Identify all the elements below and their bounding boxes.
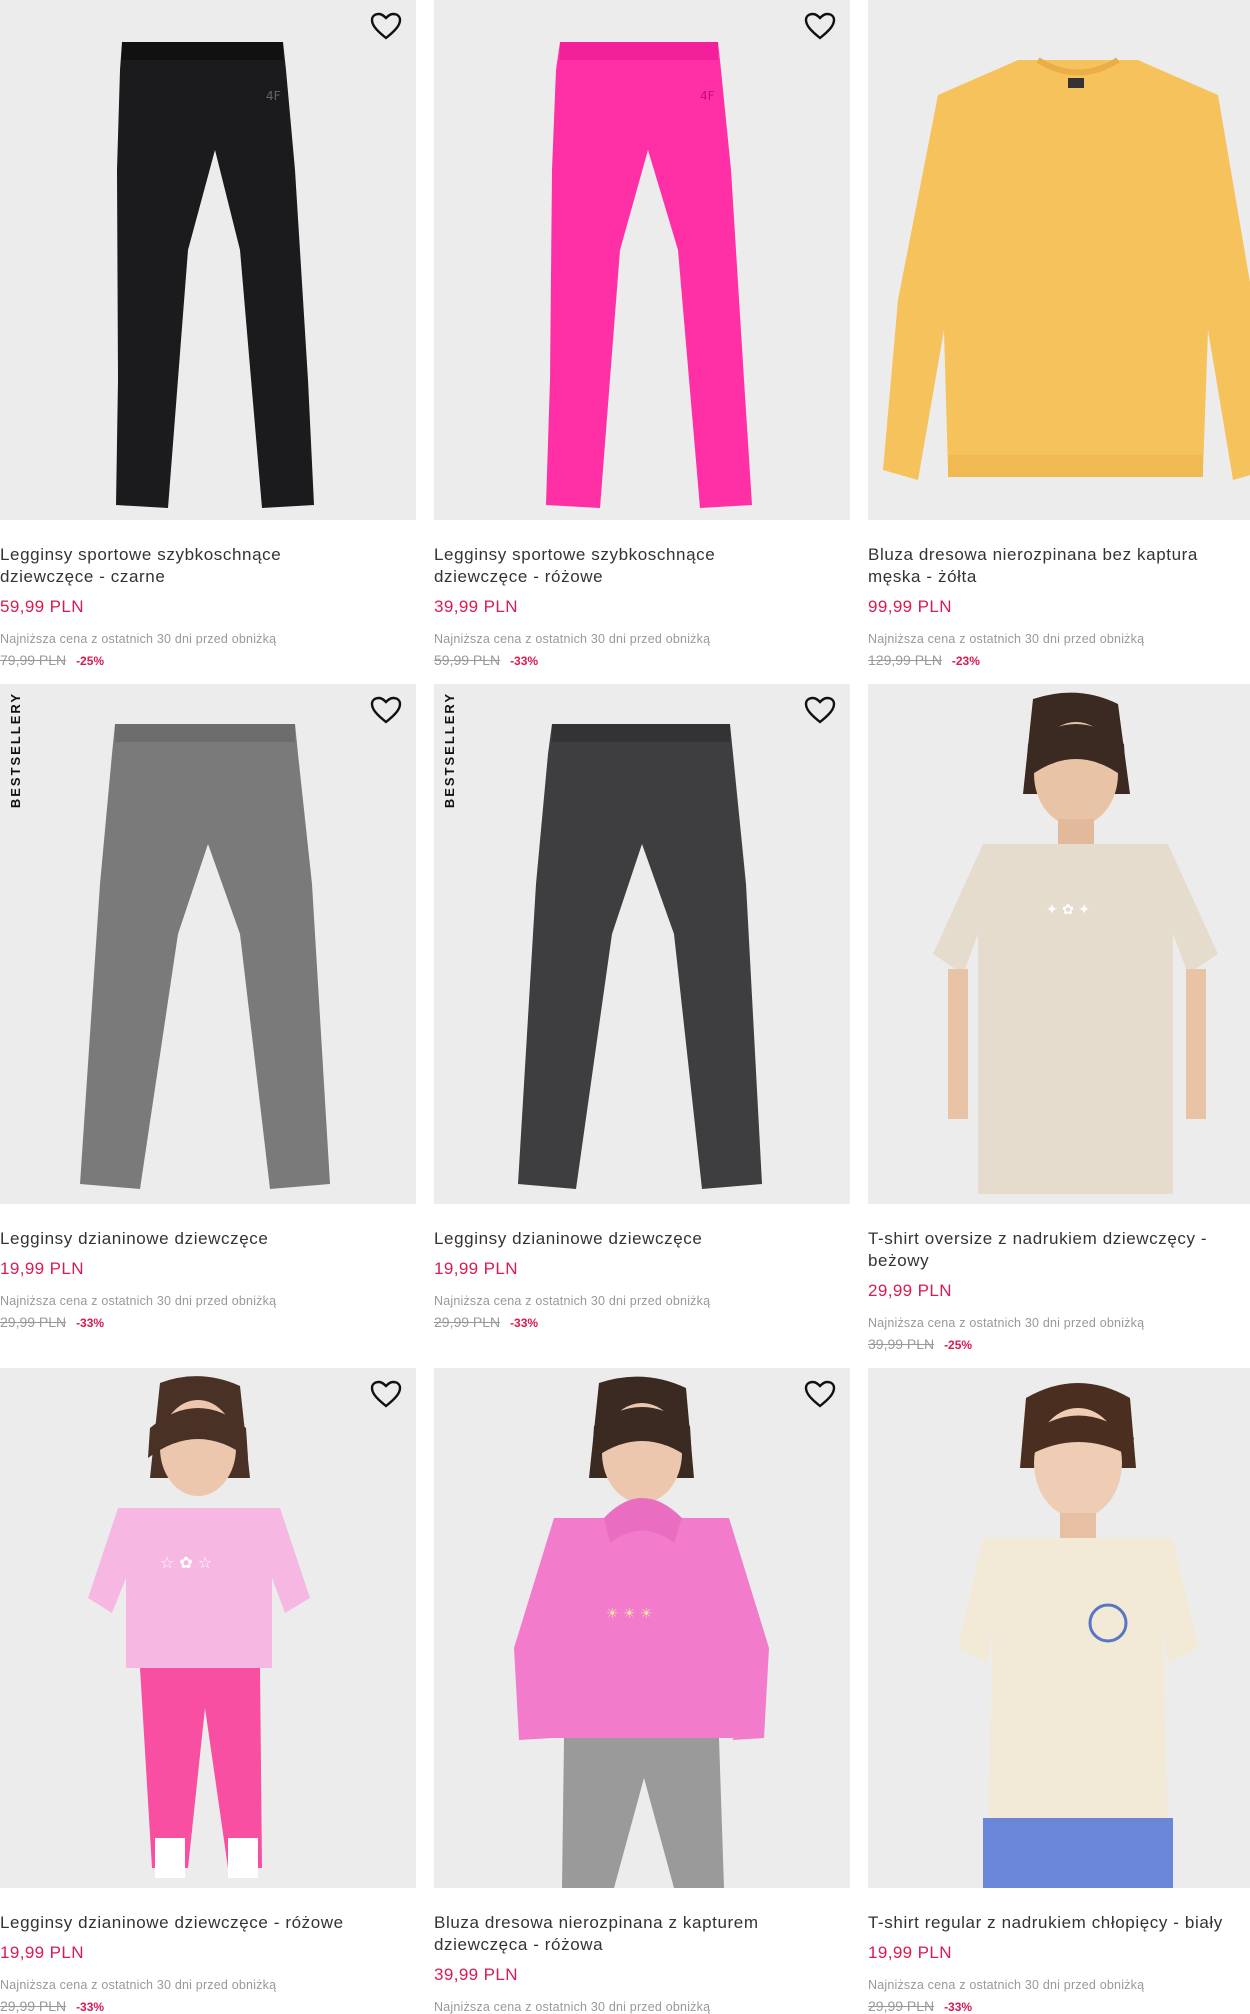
wishlist-heart-icon[interactable] (368, 694, 404, 726)
svg-text:☀ ☀ ☀: ☀ ☀ ☀ (606, 1606, 653, 1622)
old-price: 129,99 PLN (868, 652, 942, 668)
lowest-price-label: Najniższa cena z ostatnich 30 dni przed … (0, 1294, 277, 1308)
discount-badge: -33% (510, 654, 539, 668)
product-card[interactable]: ✦ ✿ ✦ T-shirt oversize z nadrukiem dziew… (868, 684, 1250, 1352)
wishlist-heart-icon[interactable] (368, 1378, 404, 1410)
bestseller-badge: BESTSELLERY (442, 692, 457, 809)
product-card[interactable]: T-shirt regular z nadrukiem chłopięcy - … (868, 1368, 1250, 2014)
product-card[interactable]: Bluza dresowa nierozpinana bez kaptura m… (868, 0, 1250, 668)
product-name[interactable]: Legginsy dzianinowe dziewczęce (434, 1228, 850, 1250)
lowest-price-label: Najniższa cena z ostatnich 30 dni przed … (434, 632, 711, 646)
old-price-row: 129,99 PLN -23% (868, 652, 1250, 668)
product-name[interactable]: Bluza dresowa nierozpinana bez kaptura m… (868, 544, 1250, 588)
old-price: 79,99 PLN (0, 652, 67, 668)
product-price: 19,99 PLN (434, 1259, 518, 1278)
old-price: 29,99 PLN (0, 1998, 67, 2014)
product-image[interactable]: BESTSELLERY (0, 684, 416, 1204)
product-image[interactable]: ☀ ☀ ☀ (434, 1368, 850, 1888)
discount-badge: -33% (76, 2000, 105, 2014)
product-image[interactable]: ✦ ✿ ✦ (868, 684, 1250, 1204)
svg-text:4F: 4F (266, 89, 281, 103)
old-price: 29,99 PLN (434, 1314, 501, 1330)
old-price-row: 29,99 PLN -33% (434, 1314, 850, 1330)
product-card[interactable]: ☆ ✿ ☆ Legginsy dzianinowe dziewczęce - r… (0, 1368, 416, 2014)
old-price-row: 59,99 PLN -33% (434, 652, 850, 668)
product-name[interactable]: T-shirt regular z nadrukiem chłopięcy - … (868, 1912, 1250, 1934)
old-price: 59,99 PLN (434, 652, 501, 668)
lowest-price-label: Najniższa cena z ostatnich 30 dni przed … (868, 1978, 1145, 1992)
old-price-row: 29,99 PLN -33% (0, 1998, 416, 2014)
bestseller-badge: BESTSELLERY (8, 692, 23, 809)
wishlist-heart-icon[interactable] (802, 10, 838, 42)
product-image[interactable]: 4F (434, 0, 850, 520)
product-image[interactable] (868, 1368, 1250, 1888)
product-price: 19,99 PLN (0, 1259, 84, 1278)
discount-badge: -25% (944, 1338, 973, 1352)
product-image[interactable]: BESTSELLERY (434, 684, 850, 1204)
product-price: 39,99 PLN (434, 1965, 518, 1984)
svg-text:☆ ✿ ☆: ☆ ✿ ☆ (160, 1553, 212, 1572)
product-name[interactable]: Bluza dresowa nierozpinana z kapturem dz… (434, 1912, 850, 1956)
discount-badge: -33% (510, 1316, 539, 1330)
old-price-row: 29,99 PLN -33% (0, 1314, 416, 1330)
product-grid: 4F Legginsy sportowe szybkoschnące dziew… (0, 0, 1250, 2014)
product-name[interactable]: Legginsy dzianinowe dziewczęce - różowe (0, 1912, 416, 1934)
product-name[interactable]: Legginsy dzianinowe dziewczęce (0, 1228, 416, 1250)
wishlist-heart-icon[interactable] (802, 694, 838, 726)
old-price: 29,99 PLN (0, 1314, 67, 1330)
product-image[interactable]: ☆ ✿ ☆ (0, 1368, 416, 1888)
lowest-price-label: Najniższa cena z ostatnich 30 dni przed … (868, 632, 1145, 646)
product-price: 59,99 PLN (0, 597, 84, 616)
svg-text:4F: 4F (700, 89, 715, 103)
old-price: 29,99 PLN (868, 1998, 935, 2014)
product-card[interactable]: BESTSELLERY Legginsy dzianinowe dziewczę… (434, 684, 850, 1330)
svg-text:✦ ✿ ✦: ✦ ✿ ✦ (1046, 902, 1090, 918)
old-price-row: 39,99 PLN -25% (868, 1336, 1250, 1352)
product-card[interactable]: ☀ ☀ ☀ Bluza dresowa nierozpinana z kaptu… (434, 1368, 850, 2014)
discount-badge: -23% (951, 654, 980, 668)
product-card[interactable]: 4F Legginsy sportowe szybkoschnące dziew… (0, 0, 416, 668)
product-price: 29,99 PLN (868, 1281, 952, 1300)
product-image[interactable]: 4F (0, 0, 416, 520)
product-price: 39,99 PLN (434, 597, 518, 616)
lowest-price-label: Najniższa cena z ostatnich 30 dni przed … (0, 1978, 277, 1992)
product-name[interactable]: Legginsy sportowe szybkoschnące dziewczę… (434, 544, 850, 588)
lowest-price-label: Najniższa cena z ostatnich 30 dni przed … (434, 1294, 711, 1308)
product-card[interactable]: 4F Legginsy sportowe szybkoschnące dziew… (434, 0, 850, 668)
old-price-row: 29,99 PLN -33% (868, 1998, 1250, 2014)
product-name[interactable]: T-shirt oversize z nadrukiem dziewczęcy … (868, 1228, 1250, 1272)
product-price: 99,99 PLN (868, 597, 952, 616)
product-price: 19,99 PLN (868, 1943, 952, 1962)
wishlist-heart-icon[interactable] (368, 10, 404, 42)
product-image[interactable] (868, 0, 1250, 520)
product-price: 19,99 PLN (0, 1943, 84, 1962)
product-name[interactable]: Legginsy sportowe szybkoschnące dziewczę… (0, 544, 416, 588)
discount-badge: -25% (76, 654, 105, 668)
lowest-price-label: Najniższa cena z ostatnich 30 dni przed … (868, 1316, 1145, 1330)
old-price: 39,99 PLN (868, 1336, 935, 1352)
wishlist-heart-icon[interactable] (802, 1378, 838, 1410)
discount-badge: -33% (76, 1316, 105, 1330)
old-price-row: 79,99 PLN -25% (0, 652, 416, 668)
discount-badge: -33% (944, 2000, 973, 2014)
lowest-price-label: Najniższa cena z ostatnich 30 dni przed … (0, 632, 277, 646)
lowest-price-label: Najniższa cena z ostatnich 30 dni przed … (434, 2000, 711, 2014)
product-card[interactable]: BESTSELLERY Legginsy dzianinowe dziewczę… (0, 684, 416, 1330)
